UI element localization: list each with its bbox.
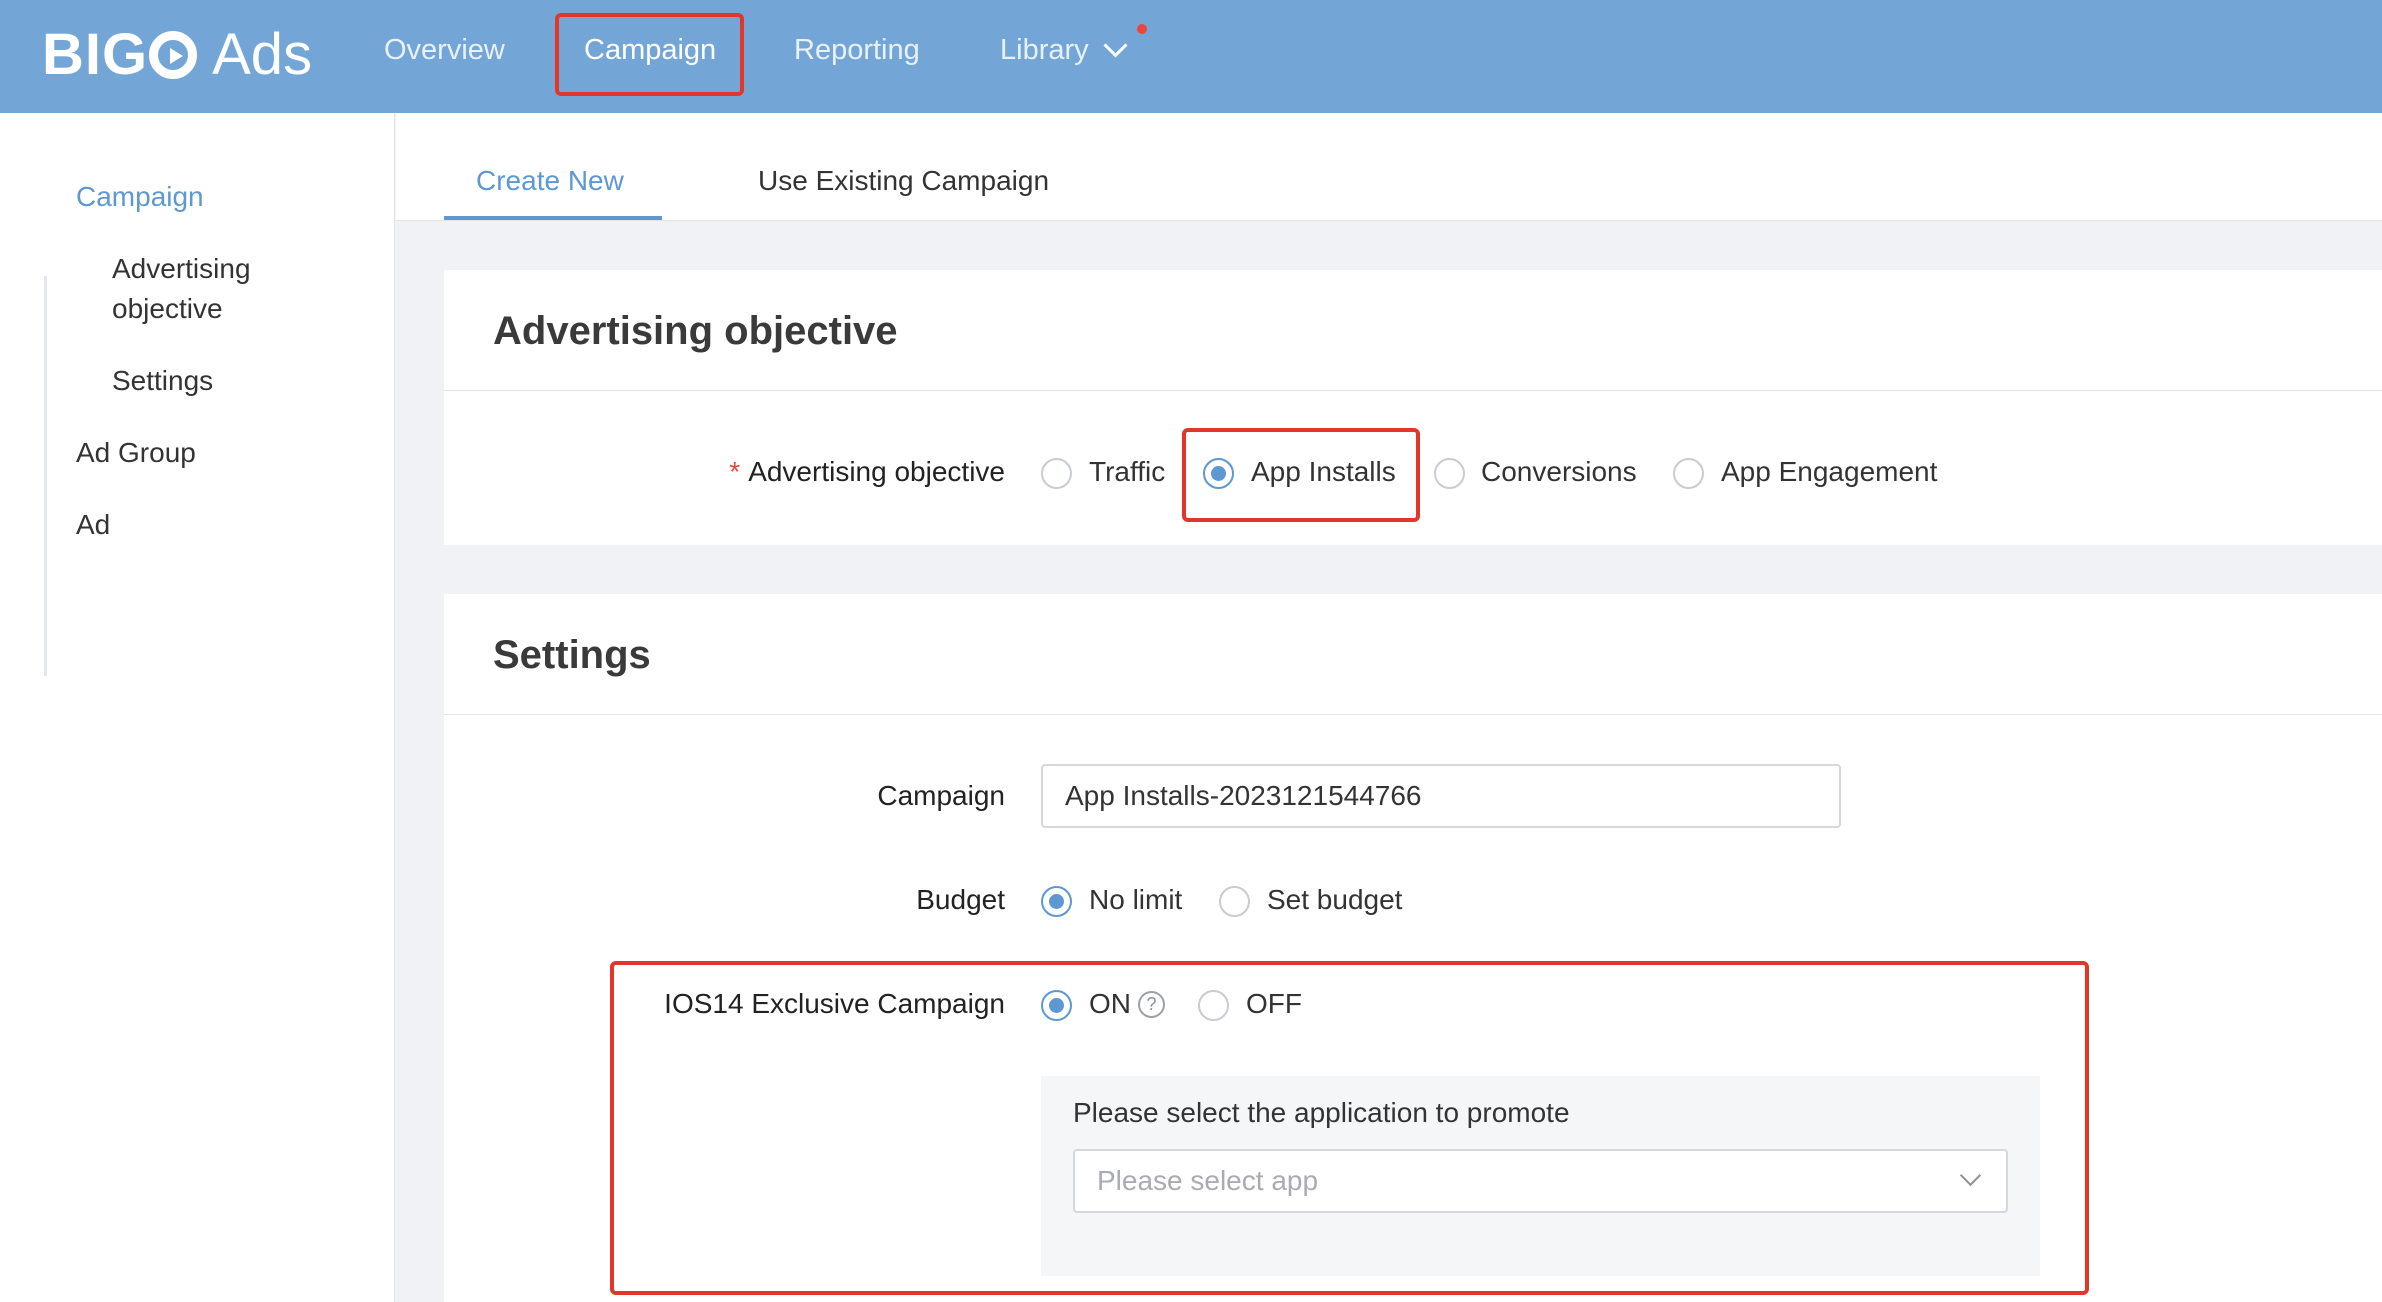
tab-use-existing-campaign[interactable]: Use Existing Campaign (758, 161, 1049, 201)
highlight-box-campaign-nav (555, 13, 744, 96)
sidebar-item-ad-group[interactable]: Ad Group (76, 433, 196, 473)
active-tab-indicator (444, 216, 662, 220)
sidebar: Campaign Advertising objective Settings … (0, 113, 395, 1302)
radio-label-no-limit[interactable]: No limit (1089, 880, 1182, 920)
sidebar-item-settings[interactable]: Settings (112, 361, 213, 401)
nav-reporting[interactable]: Reporting (794, 0, 920, 113)
campaign-name-input[interactable]: App Installs-2023121544766 (1041, 764, 1841, 828)
radio-conversions[interactable] (1434, 458, 1465, 489)
radio-set-budget[interactable] (1219, 886, 1250, 917)
sidebar-item-advertising-objective-line2[interactable]: objective (112, 289, 223, 329)
sidebar-item-campaign[interactable]: Campaign (76, 177, 204, 217)
radio-no-limit[interactable] (1041, 886, 1072, 917)
top-nav-bar: BIG Ads Overview Campaign Reporting Libr… (0, 0, 2382, 113)
nav-library-label: Library (1000, 34, 1089, 66)
section-title-advertising-objective: Advertising objective (493, 309, 898, 353)
radio-traffic[interactable] (1041, 458, 1072, 489)
radio-label-app-engagement[interactable]: App Engagement (1721, 452, 1937, 492)
divider (444, 390, 2382, 391)
highlight-box-ios14-section (610, 961, 2089, 1295)
radio-label-traffic[interactable]: Traffic (1089, 452, 1165, 492)
campaign-name-label: Campaign (877, 780, 1005, 811)
budget-label: Budget (916, 884, 1005, 915)
sidebar-track-line (44, 276, 47, 676)
sidebar-item-ad[interactable]: Ad (76, 505, 110, 545)
chevron-down-icon (1103, 32, 1128, 58)
tab-create-new[interactable]: Create New (476, 161, 624, 201)
highlight-box-app-installs (1182, 428, 1420, 522)
nav-overview[interactable]: Overview (384, 0, 505, 113)
radio-app-engagement[interactable] (1673, 458, 1704, 489)
play-circle-icon (149, 31, 198, 79)
advertising-objective-label: * Advertising objective (729, 456, 1005, 487)
nav-library[interactable]: Library (1000, 0, 1128, 100)
required-mark: * (729, 456, 741, 487)
sidebar-item-advertising-objective[interactable]: Advertising (112, 249, 251, 289)
logo-brand: BIG (42, 22, 198, 88)
divider (444, 714, 2382, 715)
notification-dot (1137, 24, 1147, 34)
bigo-ads-logo[interactable]: BIG Ads (42, 22, 312, 88)
radio-label-set-budget[interactable]: Set budget (1267, 880, 1402, 920)
radio-label-conversions[interactable]: Conversions (1481, 452, 1637, 492)
logo-product: Ads (212, 22, 313, 87)
campaign-tabs: Create New Use Existing Campaign (396, 113, 2382, 221)
section-title-settings: Settings (493, 633, 651, 677)
